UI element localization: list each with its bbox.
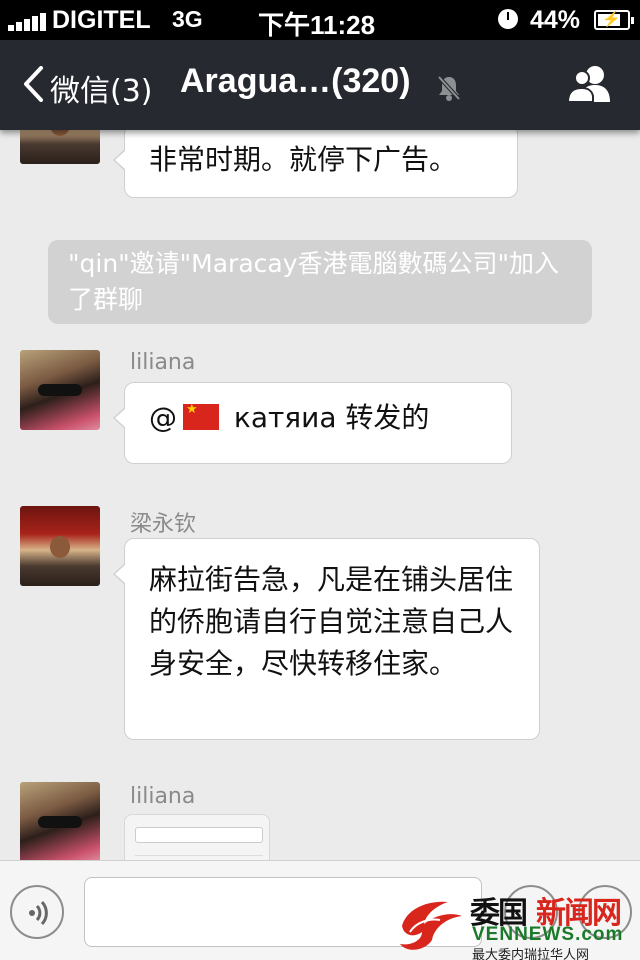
watermark-subtitle: 最大委内瑞拉华人网 xyxy=(472,948,590,960)
watermark-logo: 委国 新闻网 VENNEWS.com 最大委内瑞拉华人网 xyxy=(396,888,640,960)
avatar[interactable] xyxy=(20,130,100,164)
mention-symbol: @ xyxy=(149,401,177,434)
message-text: 非常时期。就停下广告。 xyxy=(149,143,458,176)
chevron-left-icon xyxy=(24,66,43,102)
voice-button[interactable] xyxy=(10,885,64,939)
sender-name: liliana xyxy=(130,350,196,375)
system-notice: "qin"邀请"Maracay香港電腦數碼公司"加入了群聊 xyxy=(48,240,592,324)
message-text: катяиа 转发的 xyxy=(225,401,430,434)
chat-title: Aragua…(320) xyxy=(180,62,411,100)
avatar[interactable] xyxy=(20,350,100,430)
vennews-logo-icon xyxy=(400,901,462,950)
signal-icon xyxy=(8,11,48,31)
back-label[interactable]: 微信(3) xyxy=(50,66,153,110)
message-list[interactable]: 非常时期。就停下广告。 "qin"邀请"Maracay香港電腦數碼公司"加入了群… xyxy=(0,130,640,860)
carrier-label: DIGITEL xyxy=(52,6,151,34)
avatar[interactable] xyxy=(20,782,100,860)
message-bubble[interactable]: 麻拉街告急，凡是在铺头居住的侨胞请自行自觉注意自己人身安全，尽快转移住家。 xyxy=(113,538,540,740)
avatar[interactable] xyxy=(20,506,100,586)
sender-name: 梁永钦 xyxy=(130,512,197,537)
chat-header: 微信(3) Aragua…(320) xyxy=(0,40,640,130)
screenshot-thumbnail xyxy=(135,827,263,843)
voice-wave-icon xyxy=(29,900,48,926)
network-type: 3G xyxy=(172,6,203,32)
image-message[interactable] xyxy=(124,814,270,860)
watermark-en: VENNEWS.com xyxy=(472,924,624,945)
sender-name: liliana xyxy=(130,784,196,809)
status-bar: DIGITEL 3G 下午11:28 44% ⚡ xyxy=(0,0,640,40)
china-flag-icon xyxy=(183,403,219,430)
system-notice-text: "qin"邀请"Maracay香港電腦數碼公司"加入了群聊 xyxy=(68,249,560,314)
message-text: 麻拉街告急，凡是在铺头居住的侨胞请自行自觉注意自己人身安全，尽快转移住家。 xyxy=(149,563,514,680)
charging-bolt-icon: ⚡ xyxy=(602,11,621,28)
message-bubble[interactable]: @ катяиа 转发的 xyxy=(113,382,512,464)
mute-bell-icon xyxy=(437,75,461,101)
battery-percent: 44% xyxy=(530,6,581,34)
alarm-clock-icon xyxy=(498,9,518,29)
status-time: 下午11:28 xyxy=(258,10,376,40)
group-members-icon[interactable] xyxy=(566,64,612,104)
message-bubble[interactable]: 非常时期。就停下广告。 xyxy=(113,130,518,198)
